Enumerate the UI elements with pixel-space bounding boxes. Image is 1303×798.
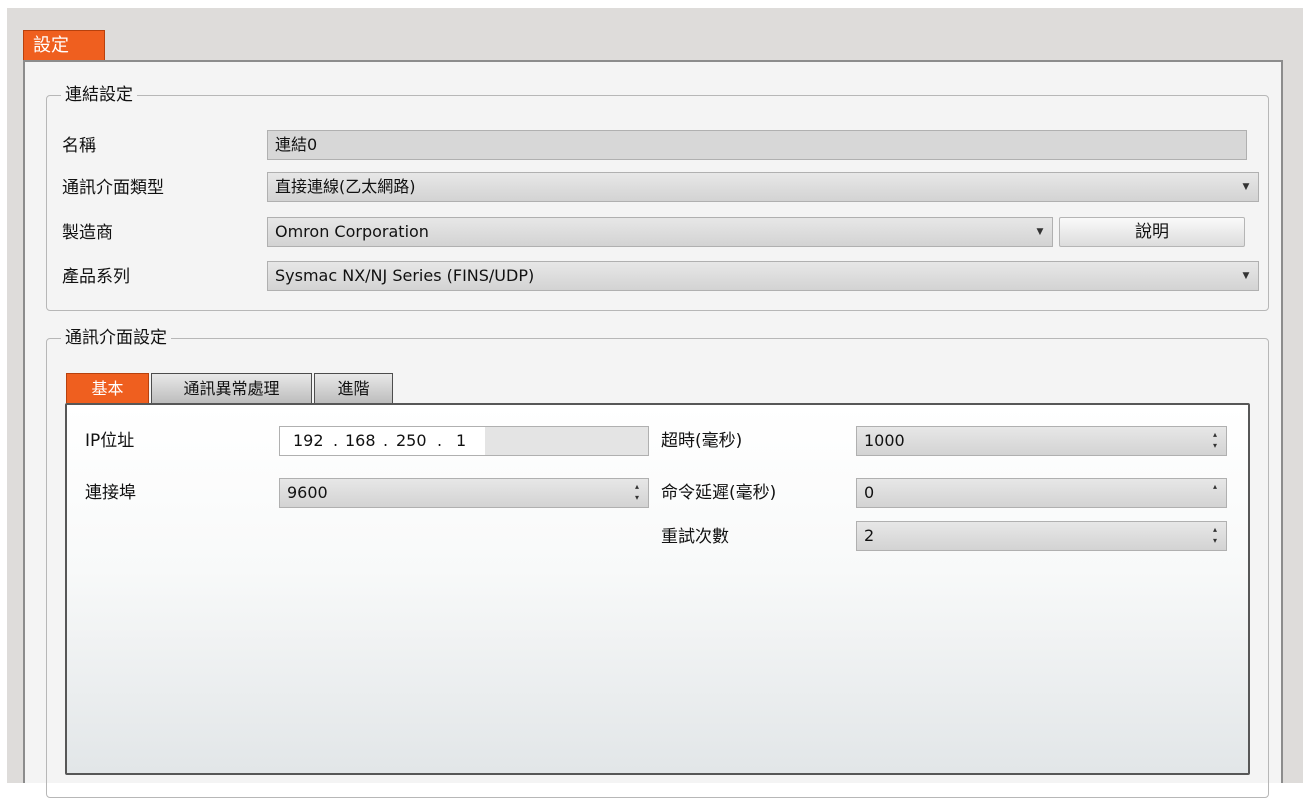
spinner-up-icon[interactable]: ▴ xyxy=(635,482,639,491)
ip-octet-1[interactable]: 192 xyxy=(293,427,324,455)
retry-count-value: 2 xyxy=(864,526,875,545)
ip-octet-4[interactable]: 1 xyxy=(456,427,466,455)
interface-type-dropdown[interactable]: 直接連線(乙太網路) ▼ xyxy=(267,172,1259,202)
retry-count-label: 重試次數 xyxy=(661,527,729,547)
product-series-label: 產品系列 xyxy=(62,267,130,287)
spinner-arrows-icon[interactable]: ▴ ▾ xyxy=(630,481,644,505)
help-button[interactable]: 說明 xyxy=(1059,217,1245,247)
spinner-down-icon[interactable]: ▾ xyxy=(635,493,639,502)
ip-separator: . xyxy=(383,431,389,450)
interface-type-label: 通訊介面類型 xyxy=(62,178,164,198)
basic-tab-content: IP位址 192 . 168 . 250 . 1 連接埠 9600 ▴ ▾ 超時… xyxy=(65,403,1250,775)
manufacturer-label: 製造商 xyxy=(62,223,113,243)
ip-octet-2[interactable]: 168 xyxy=(345,427,376,455)
command-delay-label: 命令延遲(毫秒) xyxy=(661,483,777,503)
command-delay-stepper[interactable]: 0 ▴ xyxy=(856,478,1227,508)
spinner-down-icon[interactable]: ▾ xyxy=(1213,441,1217,450)
manufacturer-value: Omron Corporation xyxy=(275,222,429,241)
tab-basic[interactable]: 基本 xyxy=(66,373,149,403)
spinner-arrows-icon[interactable]: ▴ ▾ xyxy=(1208,429,1222,453)
ip-address-field[interactable]: 192 . 168 . 250 . 1 xyxy=(279,426,649,456)
tab-advanced[interactable]: 進階 xyxy=(314,373,393,403)
spinner-arrows-icon[interactable]: ▴ ▾ xyxy=(1208,524,1222,548)
spinner-down-icon[interactable]: ▾ xyxy=(1213,536,1217,545)
spinner-up-icon[interactable]: ▴ xyxy=(1208,481,1222,505)
port-value: 9600 xyxy=(287,483,328,502)
name-label: 名稱 xyxy=(62,136,96,156)
tab-settings[interactable]: 設定 xyxy=(23,30,105,60)
ip-octet-3[interactable]: 250 xyxy=(396,427,427,455)
settings-panel: 連結設定 名稱 連結0 通訊介面類型 直接連線(乙太網路) ▼ 製造商 Omro… xyxy=(23,60,1283,798)
command-delay-value: 0 xyxy=(864,483,875,502)
product-series-dropdown[interactable]: Sysmac NX/NJ Series (FINS/UDP) ▼ xyxy=(267,261,1259,291)
timeout-label: 超時(毫秒) xyxy=(661,431,743,451)
spinner-up-icon[interactable]: ▴ xyxy=(1213,525,1217,534)
ip-separator: . xyxy=(437,431,443,450)
interface-settings-title: 通訊介面設定 xyxy=(61,327,171,349)
link-settings-group: 連結設定 名稱 連結0 通訊介面類型 直接連線(乙太網路) ▼ 製造商 Omro… xyxy=(46,84,1269,311)
name-field: 連結0 xyxy=(267,130,1247,160)
product-series-value: Sysmac NX/NJ Series (FINS/UDP) xyxy=(275,266,535,285)
link-settings-title: 連結設定 xyxy=(61,84,137,106)
interface-type-value: 直接連線(乙太網路) xyxy=(275,177,416,196)
spinner-up-icon[interactable]: ▴ xyxy=(1213,430,1217,439)
chevron-down-icon[interactable]: ▼ xyxy=(1234,173,1258,201)
timeout-value: 1000 xyxy=(864,431,905,450)
tab-error-handling[interactable]: 通訊異常處理 xyxy=(151,373,312,403)
ip-address-label: IP位址 xyxy=(85,431,135,451)
chevron-down-icon[interactable]: ▼ xyxy=(1234,262,1258,290)
port-label: 連接埠 xyxy=(85,483,136,503)
retry-count-stepper[interactable]: 2 ▴ ▾ xyxy=(856,521,1227,551)
port-stepper[interactable]: 9600 ▴ ▾ xyxy=(279,478,649,508)
timeout-stepper[interactable]: 1000 ▴ ▾ xyxy=(856,426,1227,456)
chevron-down-icon[interactable]: ▼ xyxy=(1028,218,1052,246)
manufacturer-dropdown[interactable]: Omron Corporation ▼ xyxy=(267,217,1053,247)
ip-separator: . xyxy=(333,431,339,450)
